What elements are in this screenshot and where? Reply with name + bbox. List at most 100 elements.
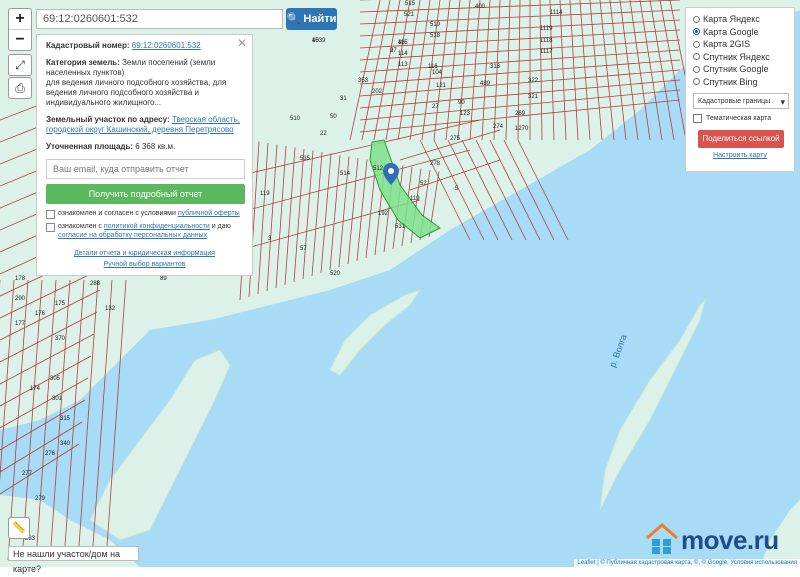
- radio-button[interactable]: [693, 65, 700, 73]
- parcel-number: 192: [378, 211, 389, 217]
- parcel-number: 531: [395, 224, 406, 230]
- parcel-number: 27: [432, 104, 439, 110]
- privacy-agreement: ознакомлен с политикой конфиденциальност…: [46, 222, 243, 240]
- parcel-number: 512: [373, 166, 384, 172]
- parcel-number: 90: [458, 100, 465, 106]
- offer-text: ознакомлен и согласен с условиями публич…: [58, 209, 240, 218]
- privacy-checkbox[interactable]: [46, 223, 55, 232]
- close-icon[interactable]: ✕: [237, 37, 247, 49]
- parcel-number: 276: [45, 451, 56, 457]
- house-icon: [646, 523, 678, 554]
- search-icon: 🔍: [286, 13, 301, 25]
- parcel-number: 288: [90, 281, 101, 287]
- parcel-number: 279: [35, 496, 46, 502]
- parcel-number: 520: [330, 271, 341, 277]
- radio-button[interactable]: [693, 15, 700, 23]
- parcel-number: 132: [105, 306, 116, 312]
- consent-link[interactable]: согласие на обработку персональных данны…: [58, 232, 207, 239]
- offer-prefix: ознакомлен и согласен с условиями: [58, 210, 178, 217]
- parcel-number: 1119: [540, 26, 553, 32]
- parcel-number: 46: [398, 40, 405, 46]
- parcel-number: 301: [52, 396, 63, 402]
- search-button[interactable]: 🔍 Найти: [286, 8, 337, 30]
- zoom-control: + −: [8, 8, 32, 51]
- category-label: Категория земель:: [46, 58, 120, 67]
- ruler-icon[interactable]: 📏: [8, 517, 30, 539]
- cadastral-row: Кадастровый номер: 69:12:0260601:532: [46, 41, 243, 51]
- thematic-toggle[interactable]: Тематическая карта: [693, 114, 787, 123]
- search-input[interactable]: [36, 9, 283, 29]
- parcel-number: 50: [330, 114, 337, 120]
- parcel-number: 1114: [550, 10, 563, 16]
- cadastral-label: Кадастровый номер:: [46, 41, 130, 50]
- parcel-number: 114: [398, 51, 408, 57]
- address-row: Земельный участок по адресу: Тверская об…: [46, 115, 243, 135]
- layer-option[interactable]: Спутник Яндекс: [693, 51, 787, 64]
- parcel-number: 340: [60, 441, 71, 447]
- layer-option-label: Карта Google: [703, 26, 759, 37]
- parcel-number: 113: [398, 62, 408, 68]
- radio-button[interactable]: [693, 40, 700, 48]
- address-label: Земельный участок по адресу:: [46, 115, 170, 124]
- parcel-number: 31: [340, 96, 347, 102]
- parcel-number: 275: [450, 136, 461, 142]
- area-row: Уточненная площадь: 6 368 кв.м.: [46, 142, 243, 152]
- parcel-number: 400: [475, 4, 486, 10]
- category-desc: для ведения личного подсобного хозяйства…: [46, 78, 227, 107]
- manual-link[interactable]: Ручной выбор вариантов: [104, 261, 186, 268]
- offer-link[interactable]: публичной оферты: [178, 210, 240, 217]
- leaflet-link[interactable]: Leaflet: [577, 560, 595, 566]
- expand-icon[interactable]: ⤢: [8, 54, 32, 76]
- setup-map-link[interactable]: Настроить карту: [693, 152, 787, 159]
- cadastral-link[interactable]: 69:12:0260601:532: [132, 41, 201, 50]
- zoom-out-button[interactable]: −: [9, 30, 31, 50]
- parcel-number: 97: [390, 48, 397, 54]
- parcel-number: 202: [372, 89, 383, 95]
- radio-button[interactable]: [693, 53, 700, 61]
- print-icon[interactable]: ⎙: [8, 77, 32, 99]
- parcel-number: 1118: [540, 38, 553, 44]
- layer-option-label: Спутник Bing: [703, 76, 758, 87]
- offer-checkbox[interactable]: [46, 210, 55, 219]
- thematic-checkbox[interactable]: [693, 114, 702, 123]
- parcel-number: 515: [300, 156, 311, 162]
- parcel-number: 353: [358, 78, 369, 84]
- parcel-number: 290: [15, 296, 26, 302]
- parcel-number: 322: [528, 78, 539, 84]
- parcel-number: 174: [30, 386, 41, 392]
- parcel-number: 119: [410, 196, 420, 202]
- area-value: 6 368 кв.м.: [135, 142, 176, 151]
- privacy-prefix: ознакомлен с: [58, 223, 104, 230]
- layer-option-label: Спутник Яндекс: [703, 51, 770, 62]
- parcel-number: 315: [60, 416, 71, 422]
- layer-option[interactable]: Спутник Google: [693, 63, 787, 76]
- info-panel: ✕ Кадастровый номер: 69:12:0260601:532 К…: [36, 34, 253, 276]
- parcel-number: 514: [340, 171, 351, 177]
- parcel-number: 1270: [515, 126, 529, 132]
- layer-option[interactable]: Спутник Bing: [693, 76, 787, 89]
- zoom-in-button[interactable]: +: [9, 9, 31, 30]
- email-field[interactable]: [46, 159, 245, 179]
- overlay-select[interactable]: Кадастровые границы: [693, 93, 789, 110]
- details-link[interactable]: Детали отчета и юридическая информация: [74, 250, 215, 257]
- share-link-button[interactable]: Поделиться ссылкой: [698, 130, 784, 148]
- logo-text: move.ru: [681, 525, 779, 555]
- parcel-number: 370: [55, 336, 66, 342]
- layer-option-label: Карта 2GIS: [703, 39, 751, 50]
- parcel-number: 175: [55, 301, 66, 307]
- not-found-button[interactable]: Не нашли участок/дом на карте?: [8, 546, 139, 574]
- parcel-number: 321: [528, 94, 539, 100]
- layer-switcher: Карта Яндекс Карта Google Карта 2GIS Спутни…: [685, 7, 795, 172]
- parcel-number: 177: [15, 321, 26, 327]
- layer-option[interactable]: Карта Google: [693, 26, 787, 39]
- get-report-button[interactable]: Получить подробный отчет: [46, 184, 245, 204]
- layer-option-label: Карта Яндекс: [703, 14, 760, 25]
- parcel-number: 176: [35, 311, 46, 317]
- layer-option[interactable]: Карта 2GIS: [693, 38, 787, 51]
- radio-button[interactable]: [693, 28, 700, 36]
- radio-button[interactable]: [693, 78, 700, 86]
- layer-option[interactable]: Карта Яндекс: [693, 13, 787, 26]
- privacy-policy-link[interactable]: политикой конфиденциальности: [104, 223, 210, 230]
- parcel-number: 121: [436, 83, 447, 89]
- parcel-number: 305: [50, 376, 61, 382]
